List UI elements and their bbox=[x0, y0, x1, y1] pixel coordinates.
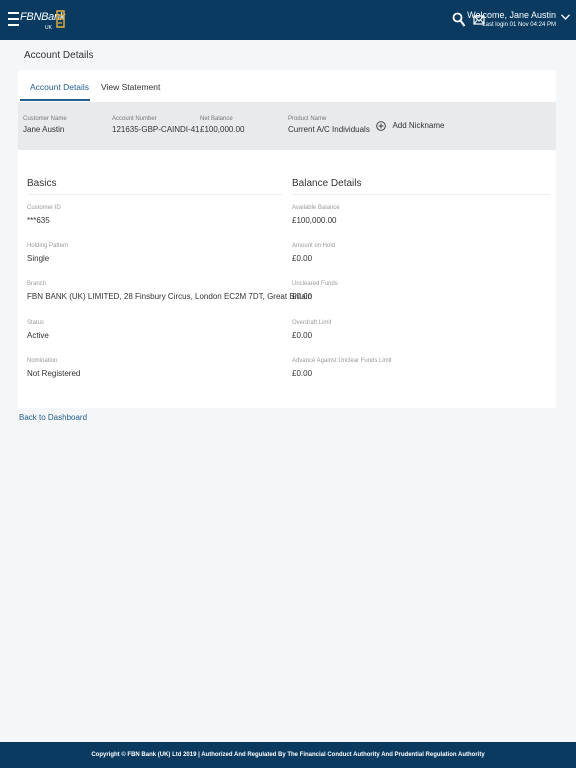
amount-on-hold-field: Amount on Hold £0.00 bbox=[292, 242, 335, 265]
customer-id-field: Customer ID ***635 bbox=[27, 204, 61, 227]
plus-circle-icon bbox=[376, 121, 386, 131]
last-login-text: Last login 01 Nov 04:24 PM bbox=[482, 22, 556, 28]
branch-value: FBN BANK (UK) LIMITED, 28 Finsbury Circu… bbox=[27, 292, 312, 301]
logo-sub: UK bbox=[45, 25, 52, 31]
amount-on-hold-value: £0.00 bbox=[292, 254, 313, 263]
uncleared-funds-field: Uncleared Funds £0.00 bbox=[292, 280, 338, 303]
uncleared-funds-label: Uncleared Funds bbox=[292, 281, 338, 287]
overdraft-limit-label: Overdraft Limit bbox=[292, 320, 332, 326]
basics-divider bbox=[27, 194, 282, 195]
account-number-label: Account Number bbox=[112, 116, 157, 122]
product-name-block: Product Name Current A/C Individuals bbox=[288, 115, 370, 135]
overdraft-limit-value: £0.00 bbox=[292, 331, 313, 340]
balance-details-divider bbox=[292, 194, 550, 195]
holding-pattern-field: Holding Pattern Single bbox=[27, 242, 68, 265]
account-number-value: 121635-GBP-CAINDI-41 bbox=[112, 125, 200, 134]
advance-against-unclear-funds-field: Advance Against Unclear Funds Limit £0.0… bbox=[292, 357, 392, 380]
welcome-text: Welcome, Jane Austin bbox=[467, 10, 556, 20]
account-number-block: Account Number 121635-GBP-CAINDI-41 bbox=[112, 115, 200, 135]
status-label: Status bbox=[27, 320, 45, 326]
app-header: FBNBank UK Welcome, Jane Austin Last log… bbox=[0, 0, 576, 40]
page-title: Account Details bbox=[24, 50, 94, 61]
customer-id-label: Customer ID bbox=[27, 205, 61, 211]
customer-name-label: Customer Name bbox=[23, 116, 67, 122]
hamburger-menu-icon[interactable] bbox=[8, 12, 19, 26]
product-name-value: Current A/C Individuals bbox=[288, 125, 370, 134]
page-footer: Copyright © FBN Bank (UK) Ltd 2019 | Aut… bbox=[0, 742, 576, 768]
customer-name-value: Jane Austin bbox=[23, 125, 65, 134]
tab-account-details[interactable]: Account Details bbox=[30, 82, 89, 92]
amount-on-hold-label: Amount on Hold bbox=[292, 243, 336, 249]
back-to-dashboard-link[interactable]: Back to Dashboard bbox=[19, 413, 87, 422]
advance-against-unclear-funds-label: Advance Against Unclear Funds Limit bbox=[292, 358, 392, 364]
holding-pattern-value: Single bbox=[27, 254, 50, 263]
account-details-card: Account Details View Statement Customer … bbox=[18, 70, 556, 408]
logo-mark-icon bbox=[56, 10, 65, 28]
overdraft-limit-field: Overdraft Limit £0.00 bbox=[292, 319, 331, 342]
available-balance-label: Available Balance bbox=[292, 205, 340, 211]
uncleared-funds-value: £0.00 bbox=[292, 292, 313, 301]
available-balance-field: Available Balance £100,000.00 bbox=[292, 204, 340, 227]
customer-id-value: ***635 bbox=[27, 216, 50, 225]
search-icon[interactable] bbox=[452, 12, 466, 28]
branch-field: Branch FBN BANK (UK) LIMITED, 28 Finsbur… bbox=[27, 280, 312, 303]
advance-against-unclear-funds-value: £0.00 bbox=[292, 369, 313, 378]
nomination-label: Nomination bbox=[27, 358, 58, 364]
active-tab-indicator bbox=[20, 99, 90, 101]
net-balance-label: Net Balance bbox=[200, 116, 233, 122]
holding-pattern-label: Holding Pattern bbox=[27, 243, 69, 249]
user-menu[interactable]: Welcome, Jane Austin Last login 01 Nov 0… bbox=[467, 10, 556, 30]
tab-bar: Account Details View Statement bbox=[18, 70, 556, 102]
status-field: Status Active bbox=[27, 319, 49, 342]
account-summary-strip: Customer Name Jane Austin Account Number… bbox=[18, 102, 556, 150]
available-balance-value: £100,000.00 bbox=[292, 216, 337, 225]
branch-label: Branch bbox=[27, 281, 47, 287]
add-nickname-label: Add Nickname bbox=[392, 121, 445, 131]
copyright-text: Copyright © FBN Bank (UK) Ltd 2019 | Aut… bbox=[91, 752, 485, 758]
customer-name-block: Customer Name Jane Austin bbox=[23, 115, 67, 135]
nomination-value: Not Registered bbox=[27, 369, 81, 378]
net-balance-block: Net Balance £100,000.00 bbox=[200, 115, 245, 135]
tab-view-statement[interactable]: View Statement bbox=[101, 82, 160, 92]
product-name-label: Product Name bbox=[288, 116, 327, 122]
status-value: Active bbox=[27, 331, 49, 340]
nomination-field: Nomination Not Registered bbox=[27, 357, 80, 380]
add-nickname-button[interactable]: Add Nickname bbox=[376, 117, 444, 135]
chevron-down-icon[interactable] bbox=[561, 14, 570, 20]
balance-details-title: Balance Details bbox=[292, 178, 362, 189]
net-balance-value: £100,000.00 bbox=[200, 125, 245, 134]
basics-title: Basics bbox=[27, 178, 57, 189]
